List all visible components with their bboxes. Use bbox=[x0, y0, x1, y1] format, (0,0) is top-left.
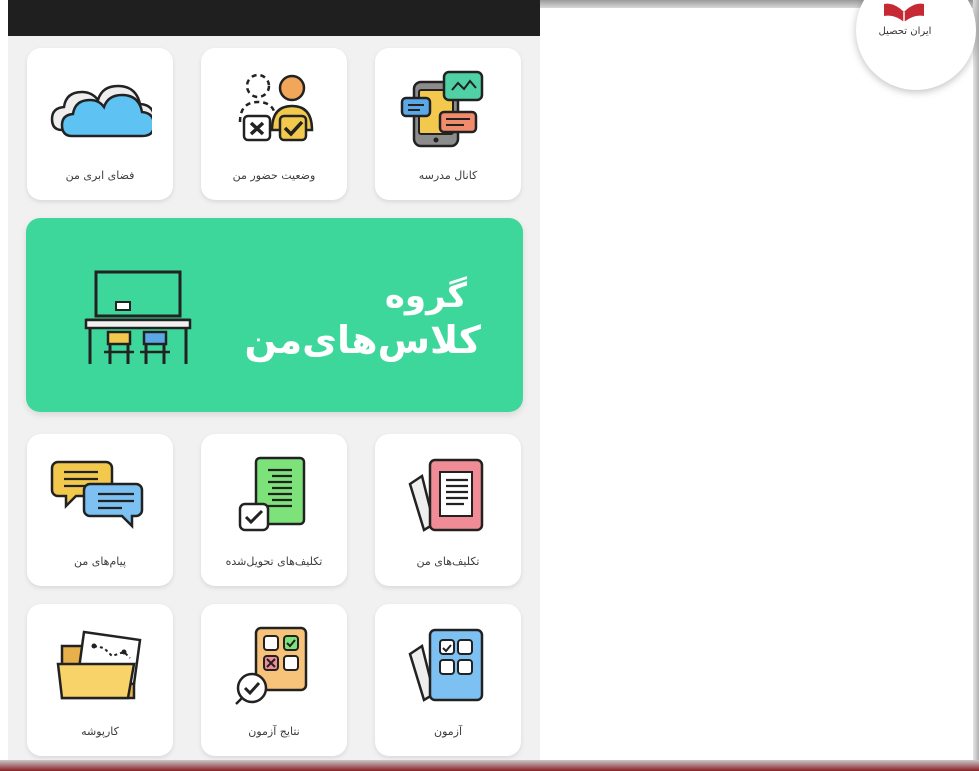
cloud-storage-icon bbox=[48, 68, 156, 152]
brand-logo-badge: ایران تحصیل bbox=[856, 0, 976, 90]
tile-label: نتایج آزمون bbox=[248, 725, 300, 738]
tile-my-messages[interactable]: پیام‌های من bbox=[27, 434, 173, 586]
tile-cloud-storage[interactable]: فضای ابری من bbox=[27, 48, 173, 200]
app-header-bar bbox=[8, 0, 540, 36]
my-assignments-icon bbox=[396, 454, 500, 538]
exam-icon bbox=[396, 624, 500, 708]
attendance-status-icon bbox=[222, 68, 326, 152]
portfolio-folder-icon bbox=[48, 624, 152, 708]
brand-name: ایران تحصیل bbox=[878, 26, 932, 37]
banner-title-line1: گروه bbox=[384, 276, 467, 316]
tile-label: کارپوشه bbox=[81, 725, 119, 738]
window-frame-bottom bbox=[0, 760, 979, 771]
window-frame-right bbox=[973, 0, 979, 771]
book-logo-icon bbox=[880, 0, 928, 23]
tile-label: آزمون bbox=[433, 725, 463, 738]
tile-label: تکلیف‌های تحویل‌شده bbox=[225, 555, 323, 568]
tile-label: پیام‌های من bbox=[73, 555, 127, 568]
app-screen: کانال مدرسه وضعیت حضور من فضای ابری من گ… bbox=[8, 0, 540, 760]
tile-exam[interactable]: آزمون bbox=[375, 604, 521, 756]
tile-attendance-status[interactable]: وضعیت حضور من bbox=[201, 48, 347, 200]
tile-label: وضعیت حضور من bbox=[232, 169, 316, 182]
messages-icon bbox=[48, 454, 152, 538]
tile-label: تکلیف‌های من bbox=[416, 555, 480, 568]
exam-results-icon bbox=[222, 624, 326, 708]
tile-my-assignments[interactable]: تکلیف‌های من bbox=[375, 434, 521, 586]
school-channel-icon bbox=[396, 68, 500, 152]
tile-portfolio[interactable]: کارپوشه bbox=[27, 604, 173, 756]
tile-label: کانال مدرسه bbox=[418, 169, 478, 182]
banner-title-line2: کلاس‌های‌من bbox=[244, 318, 481, 362]
classroom-icon bbox=[82, 266, 194, 370]
submitted-assignments-icon bbox=[222, 454, 326, 538]
tile-label: فضای ابری من bbox=[65, 169, 135, 182]
my-classes-group-banner[interactable]: گروه کلاس‌های‌من bbox=[26, 218, 523, 412]
tile-submitted-assignments[interactable]: تکلیف‌های تحویل‌شده bbox=[201, 434, 347, 586]
tile-exam-results[interactable]: نتایج آزمون bbox=[201, 604, 347, 756]
tile-school-channel[interactable]: کانال مدرسه bbox=[375, 48, 521, 200]
